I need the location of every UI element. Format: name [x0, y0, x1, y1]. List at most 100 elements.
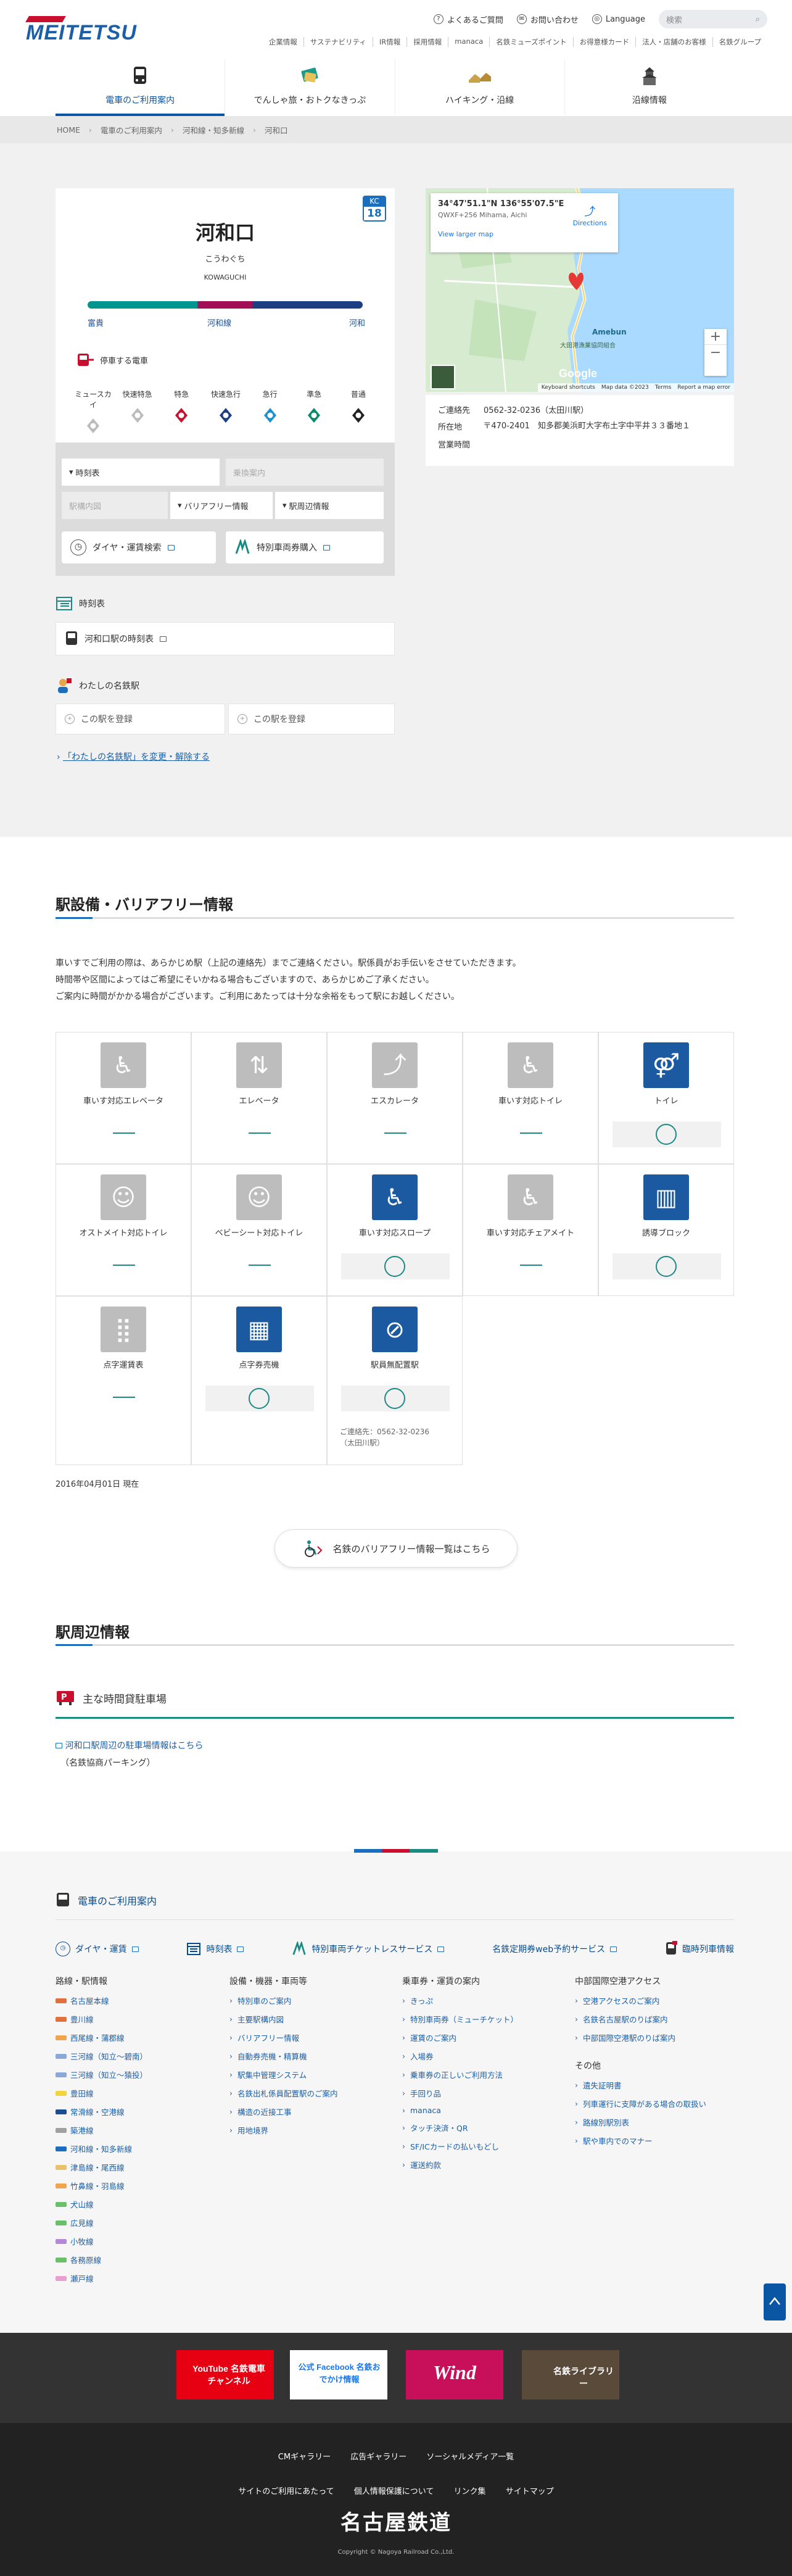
footer-line-link[interactable]: 三河線（知立〜猿投）	[56, 2069, 147, 2080]
subnav-item[interactable]: サステナビリティ	[304, 37, 373, 47]
map-footer-item[interactable]: Report a map error	[677, 384, 730, 391]
contact-link[interactable]: ✉ お問い合わせ	[516, 14, 579, 25]
zoom-in-button[interactable]: +	[704, 329, 727, 344]
bottom-link[interactable]: 広告ギャラリー	[350, 2453, 406, 2462]
breadcrumb-item[interactable]: 河和線・知多新線	[183, 124, 244, 136]
subnav-item[interactable]: お得意様カード	[574, 37, 637, 47]
prev-station[interactable]: 富貴	[88, 317, 104, 328]
zoom-control[interactable]: + −	[704, 329, 727, 376]
bottom-link[interactable]: リンク集	[454, 2487, 486, 2496]
footer-link[interactable]: 駅や車内でのマナー	[575, 2135, 706, 2146]
tab-timetable[interactable]: ▾ 時刻表	[62, 459, 220, 486]
footer-line-link[interactable]: 広見線	[56, 2217, 147, 2229]
footer-special-train-link[interactable]: 臨時列車情報	[665, 1941, 734, 1957]
facebook-banner[interactable]: 公式 Facebook 名鉄おでかけ情報	[290, 2350, 387, 2399]
footer-link[interactable]: 用地境界	[229, 2124, 338, 2136]
subnav-item[interactable]: 名鉄ミューズポイント	[490, 37, 574, 47]
footer-link[interactable]: 入場券	[402, 2050, 518, 2062]
tab-barrier-free[interactable]: ▾ バリアフリー情報	[170, 492, 273, 519]
breadcrumb-home[interactable]: HOME	[57, 125, 80, 135]
footer-link[interactable]: 特別車両券（ミューチケット）	[402, 2013, 518, 2025]
footer-link[interactable]: バリアフリー情報	[229, 2032, 338, 2043]
footer-link[interactable]: 運送約款	[402, 2159, 518, 2171]
footer-line-link[interactable]: 常滑線・空港線	[56, 2106, 147, 2117]
search-input[interactable]: 検索 ⌕	[659, 10, 767, 28]
register-station-button[interactable]: + この駅を登録	[228, 704, 395, 734]
footer-line-link[interactable]: 瀬戸線	[56, 2272, 147, 2284]
next-station[interactable]: 河和	[349, 317, 365, 328]
footer-line-link[interactable]: 名古屋本線	[56, 1995, 147, 2006]
subnav-item[interactable]: 採用情報	[407, 37, 449, 47]
parking-link[interactable]: 河和口駅周辺の駐車場情報はこちら	[56, 1739, 203, 1751]
footer-link[interactable]: 運賃のご案内	[402, 2032, 518, 2043]
bottom-link[interactable]: サイトのご利用にあたって	[238, 2487, 334, 2496]
footer-link[interactable]: SF/ICカードの払いもどし	[402, 2140, 518, 2152]
footer-link[interactable]: タッチ決済・QR	[402, 2122, 518, 2134]
station-map[interactable]: 34°47'51.1"N 136°55'07.5"E QWXF+256 Miha…	[426, 188, 734, 392]
wind-banner[interactable]: Wind	[406, 2350, 503, 2399]
footer-link[interactable]: 特別車のご案内	[229, 1995, 338, 2006]
nav-area-info[interactable]: 沿線情報	[565, 59, 734, 115]
map-footer-item[interactable]: Terms	[655, 384, 672, 391]
tab-around[interactable]: ▾ 駅周辺情報	[275, 492, 384, 519]
footer-line-link[interactable]: 築港線	[56, 2124, 147, 2136]
footer-link[interactable]: 名鉄出札係員配置駅のご案内	[229, 2087, 338, 2099]
bottom-link[interactable]: ソーシャルメディア一覧	[426, 2453, 514, 2462]
zoom-out-button[interactable]: −	[704, 344, 727, 360]
corporate-logo[interactable]: 名古屋鉄道	[0, 2506, 792, 2536]
footer-link[interactable]: 遺失証明書	[575, 2079, 706, 2091]
footer-link[interactable]: 空港アクセスのご案内	[575, 1995, 706, 2006]
footer-line-link[interactable]: 津島線・尾西線	[56, 2161, 147, 2173]
footer-link[interactable]: 名鉄名古屋駅のりば案内	[575, 2013, 706, 2025]
footer-line-link[interactable]: 豊川線	[56, 2013, 147, 2025]
footer-line-link[interactable]: 各務原線	[56, 2254, 147, 2266]
footer-link[interactable]: 列車運行に支障がある場合の取扱い	[575, 2098, 706, 2109]
nav-hiking[interactable]: ハイキング・沿線	[395, 59, 565, 115]
subnav-item[interactable]: IR情報	[373, 37, 408, 47]
footer-link[interactable]: 中部国際空港駅のりば案内	[575, 2032, 706, 2043]
subnav-item[interactable]: 名鉄グループ	[713, 37, 767, 47]
footer-timetable-link[interactable]: 時刻表	[186, 1941, 244, 1957]
footer-link[interactable]: manaca	[402, 2106, 518, 2115]
footer-link[interactable]: 主要駅構内図	[229, 2013, 338, 2025]
nav-train-guide[interactable]: 電車のご利用案内	[56, 59, 226, 116]
meitetsu-logo[interactable]: MEITETSU	[25, 14, 136, 44]
view-larger-map-link[interactable]: View larger map	[438, 230, 611, 238]
footer-line-link[interactable]: 竹鼻線・羽島線	[56, 2180, 147, 2192]
footer-link[interactable]: きっぷ	[402, 1995, 518, 2006]
barrier-free-list-button[interactable]: 名鉄のバリアフリー情報一覧はこちら	[274, 1529, 518, 1568]
subnav-item[interactable]: manaca	[448, 37, 490, 47]
map-footer-item[interactable]: Keyboard shortcuts	[542, 384, 595, 391]
nav-tickets[interactable]: でんしゃ旅・おトクなきっぷ	[225, 59, 395, 115]
faq-link[interactable]: ? よくあるご質問	[433, 14, 503, 25]
footer-title-label[interactable]: 電車のご利用案内	[78, 1893, 157, 1908]
youtube-banner[interactable]: YouTube 名鉄電車チャンネル	[176, 2350, 274, 2399]
footer-link[interactable]: 路線別駅別表	[575, 2116, 706, 2128]
subnav-item[interactable]: 企業情報	[263, 37, 304, 47]
footer-link[interactable]: 駅集中管理システム	[229, 2069, 338, 2080]
satellite-toggle[interactable]	[431, 365, 455, 389]
footer-link[interactable]: 自動券売機・精算機	[229, 2050, 338, 2062]
change-mystation-link[interactable]: › 「わたしの名鉄駅」を変更・解除する	[57, 750, 210, 763]
footer-link[interactable]: 乗車券の正しいご利用方法	[402, 2069, 518, 2080]
footer-line-link[interactable]: 豊田線	[56, 2087, 147, 2099]
line-name[interactable]: 河和線	[207, 317, 231, 328]
bottom-link[interactable]: CMギャラリー	[278, 2453, 331, 2462]
subnav-item[interactable]: 法人・店舗のお客様	[636, 37, 713, 47]
footer-link[interactable]: 構造の近接工事	[229, 2106, 338, 2117]
footer-line-link[interactable]: 小牧線	[56, 2235, 147, 2247]
bottom-link[interactable]: サイトマップ	[506, 2487, 554, 2496]
footer-line-link[interactable]: 西尾線・蒲郡線	[56, 2032, 147, 2043]
footer-link[interactable]: 手回り品	[402, 2087, 518, 2099]
dia-search-button[interactable]: ◷ ダイヤ・運賃検索	[62, 531, 216, 563]
bottom-link[interactable]: 個人情報保護について	[354, 2487, 434, 2496]
back-to-top-button[interactable]	[764, 2283, 786, 2320]
footer-line-link[interactable]: 河和線・知多新線	[56, 2143, 147, 2154]
timetable-link[interactable]: 河和口駅の時刻表	[56, 622, 395, 655]
directions-button[interactable]: ⤴ Directions	[573, 203, 607, 227]
footer-line-link[interactable]: 犬山線	[56, 2198, 147, 2210]
footer-ticketless-link[interactable]: 特別車両チケットレスサービス	[292, 1941, 445, 1957]
footer-line-link[interactable]: 三河線（知立〜碧南）	[56, 2050, 147, 2062]
special-ticket-button[interactable]: 特別車両券購入	[226, 531, 384, 563]
language-link[interactable]: ◎ Language	[592, 14, 645, 24]
